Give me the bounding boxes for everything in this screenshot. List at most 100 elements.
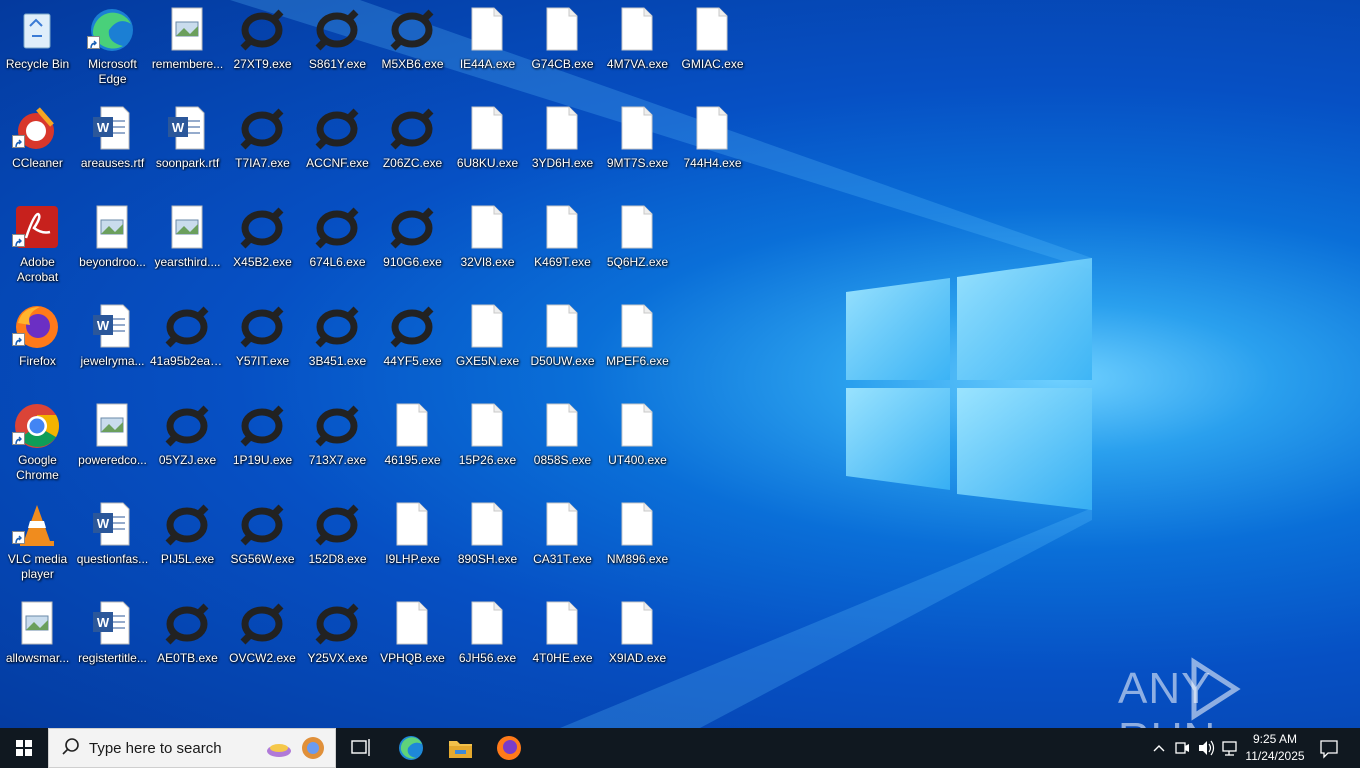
desktop-icon[interactable]: G74CB.exe [525,0,600,99]
desktop-icon[interactable]: K469T.exe [525,198,600,297]
image-icon [21,601,53,645]
desktop-icon[interactable]: beyondroo... [75,198,150,297]
desktop-icon[interactable]: PIJ5L.exe [150,495,225,594]
desktop-icon-label: OVCW2.exe [229,651,296,665]
desktop-icon[interactable]: 3B451.exe [300,297,375,396]
desktop-icon[interactable]: NM896.exe [600,495,675,594]
desktop-icon[interactable]: Y25VX.exe [300,594,375,693]
desktop-icon[interactable]: Wjewelryma... [75,297,150,396]
volume-icon [1199,740,1215,756]
desktop-icon[interactable]: OVCW2.exe [225,594,300,693]
desktop-icon-label: 1P19U.exe [232,453,293,467]
desktop-icon-label: 713X7.exe [308,453,367,467]
ring-icon [315,306,359,348]
desktop-icon[interactable]: X45B2.exe [225,198,300,297]
desktop-icon[interactable]: X9IAD.exe [600,594,675,693]
desktop-icon[interactable]: 6U8KU.exe [450,99,525,198]
desktop-icon[interactable]: Wquestionfas... [75,495,150,594]
desktop-icon[interactable]: 15P26.exe [450,396,525,495]
desktop-icon[interactable]: Y57IT.exe [225,297,300,396]
network-icon [1222,741,1237,756]
desktop-icon[interactable]: D50UW.exe [525,297,600,396]
desktop-icon[interactable]: CA31T.exe [525,495,600,594]
desktop-icon[interactable]: poweredco... [75,396,150,495]
desktop-icon-label: AE0TB.exe [157,651,218,665]
desktop-icon[interactable]: 05YZJ.exe [150,396,225,495]
desktop-icon[interactable]: AE0TB.exe [150,594,225,693]
desktop-icon[interactable]: Google Chrome [0,396,75,495]
desktop-icon[interactable]: 4M7VA.exe [600,0,675,99]
desktop-icon[interactable]: Microsoft Edge [75,0,150,99]
word-icon: W [93,304,130,348]
desktop-icon[interactable]: 27XT9.exe [225,0,300,99]
desktop-icon[interactable]: Adobe Acrobat [0,198,75,297]
tray-volume[interactable] [1196,728,1216,768]
desktop-icon[interactable]: 46195.exe [375,396,450,495]
desktop-icon[interactable]: yearsthird.... [150,198,225,297]
search-box[interactable]: Type here to search [48,728,336,768]
desktop-icon[interactable]: CCleaner [0,99,75,198]
desktop-icon[interactable]: 910G6.exe [375,198,450,297]
desktop-icon-label: Y25VX.exe [307,651,368,665]
desktop-icon[interactable]: 713X7.exe [300,396,375,495]
desktop-icon[interactable]: remembere... [150,0,225,99]
desktop[interactable]: Recycle Bin Microsoft Edge remembere... 27X… [0,0,1360,728]
desktop-icon[interactable]: Wareauses.rtf [75,99,150,198]
desktop-icon[interactable]: 674L6.exe [300,198,375,297]
desktop-icon[interactable]: 44YF5.exe [375,297,450,396]
word-icon: W [93,106,130,150]
desktop-icon[interactable]: 3YD6H.exe [525,99,600,198]
blank-icon [471,403,503,447]
desktop-icon[interactable]: 6JH56.exe [450,594,525,693]
ring-icon [390,108,434,150]
desktop-icon[interactable]: IE44A.exe [450,0,525,99]
desktop-icon[interactable]: I9LHP.exe [375,495,450,594]
desktop-icon[interactable]: 1P19U.exe [225,396,300,495]
tray-network[interactable] [1220,728,1240,768]
tray-chevron[interactable] [1150,728,1168,768]
desktop-icon[interactable]: MPEF6.exe [600,297,675,396]
desktop-icon[interactable]: allowsmar... [0,594,75,693]
action-center-button[interactable] [1312,728,1346,768]
task-view-button[interactable] [342,728,378,768]
desktop-icon[interactable]: VPHQB.exe [375,594,450,693]
desktop-icon[interactable]: Wsoonpark.rtf [150,99,225,198]
desktop-icon-label: 910G6.exe [383,255,442,269]
taskbar-edge[interactable] [392,728,430,768]
desktop-icon[interactable]: UT400.exe [600,396,675,495]
desktop-icon[interactable]: Recycle Bin [0,0,75,99]
desktop-icon[interactable]: Z06ZC.exe [375,99,450,198]
notification-icon [1320,740,1338,759]
desktop-icon[interactable]: 5Q6HZ.exe [600,198,675,297]
desktop-icon[interactable]: 4T0HE.exe [525,594,600,693]
desktop-icon[interactable]: M5XB6.exe [375,0,450,99]
desktop-icon[interactable]: ACCNF.exe [300,99,375,198]
desktop-icon-label: 6JH56.exe [458,651,517,665]
desktop-icon-label: VLC media player [7,552,68,581]
ring-icon [165,405,209,447]
desktop-icon[interactable]: SG56W.exe [225,495,300,594]
desktop-icon[interactable]: 41a95b2ea5... [150,297,225,396]
ring-icon [390,9,434,51]
desktop-icon[interactable]: 890SH.exe [450,495,525,594]
desktop-icon[interactable]: 152D8.exe [300,495,375,594]
desktop-icon[interactable]: Firefox [0,297,75,396]
desktop-icon[interactable]: 9MT7S.exe [600,99,675,198]
tray-clock[interactable]: 9:25 AM 11/24/2025 [1244,728,1306,768]
desktop-icon-label: 9MT7S.exe [606,156,669,170]
desktop-icon[interactable]: T7IA7.exe [225,99,300,198]
desktop-icon[interactable]: 32VI8.exe [450,198,525,297]
desktop-icon[interactable]: GXE5N.exe [450,297,525,396]
desktop-icon[interactable]: 744H4.exe [675,99,750,198]
desktop-icon[interactable]: VLC media player [0,495,75,594]
desktop-icon[interactable]: Wregistertitle... [75,594,150,693]
image-icon [171,7,203,51]
taskbar-firefox[interactable] [490,728,528,768]
desktop-icon[interactable]: GMIAC.exe [675,0,750,99]
taskbar: Type here to search 9:25 AM 11/24/2025 [0,728,1360,768]
desktop-icon[interactable]: S861Y.exe [300,0,375,99]
tray-meet[interactable] [1172,728,1192,768]
desktop-icon[interactable]: 0858S.exe [525,396,600,495]
start-button[interactable] [0,728,48,768]
taskbar-file-explorer[interactable] [441,728,479,768]
